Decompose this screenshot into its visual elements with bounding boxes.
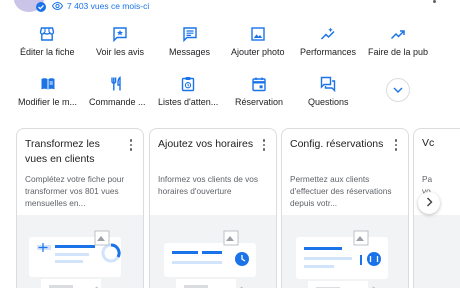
questions-button[interactable]: Questions — [308, 76, 349, 116]
suggestion-card-bookings[interactable]: Config. réservations Permettez aux clien… — [281, 128, 409, 288]
photo-icon — [250, 26, 266, 42]
booking-label: Réservation — [235, 97, 284, 107]
eye-icon — [52, 2, 63, 10]
card-title: Config. réservations — [290, 138, 384, 150]
add-photo-button[interactable]: Ajouter photo — [231, 26, 285, 66]
card-illustration — [282, 215, 408, 288]
card-description: Permettez aux clients d'effectuer des ré… — [290, 174, 392, 208]
quick-actions-row-1: Éditer la fiche Voir les avis Messages A… — [0, 26, 460, 66]
question-answer-icon — [320, 76, 336, 92]
add-photo-label: Ajouter photo — [231, 47, 285, 57]
next-cards-button[interactable] — [418, 192, 440, 214]
message-icon — [182, 26, 198, 42]
trending-up-icon — [390, 26, 406, 42]
messages-label: Messages — [169, 47, 211, 57]
verified-badge-icon — [36, 2, 46, 12]
monthly-views: 7 403 vues ce mois-ci — [52, 1, 149, 11]
read-reviews-label: Voir les avis — [96, 47, 145, 57]
card-illustration — [150, 215, 276, 288]
order-label: Commande ... — [89, 97, 146, 107]
messages-button[interactable]: Messages — [169, 26, 210, 66]
restaurant-icon — [109, 76, 125, 92]
star-review-icon — [112, 26, 128, 42]
card-illustration — [17, 215, 143, 288]
edit-profile-button[interactable]: Éditer la fiche — [20, 26, 75, 66]
card-description: Complétez votre fiche pour transformer v… — [25, 174, 125, 208]
waitlist-label: Listes d'atten... — [158, 97, 219, 107]
more-vert-icon[interactable] — [394, 139, 398, 151]
profile-header: 7 403 vues ce mois-ci — [0, 0, 460, 14]
booking-button[interactable]: Réservation — [235, 76, 283, 116]
suggestion-card-convert-views[interactable]: Transformez les vues en clients Compléte… — [16, 128, 144, 288]
card-title: Ajoutez vos horaires — [158, 138, 254, 150]
chevron-right-icon — [426, 194, 433, 212]
edit-menu-label: Modifier le m... — [18, 97, 78, 107]
card-title: Vc — [422, 137, 435, 149]
more-vert-icon[interactable] — [129, 139, 133, 151]
read-reviews-button[interactable]: Voir les avis — [96, 26, 144, 66]
card-illustration — [414, 215, 460, 288]
edit-profile-label: Éditer la fiche — [20, 47, 75, 57]
performance-label: Performances — [300, 47, 357, 57]
performance-button[interactable]: Performances — [300, 26, 356, 66]
card-description: Informez vos clients de vos horaires d'o… — [158, 174, 259, 196]
waitlist-clipboard-icon — [180, 76, 196, 92]
quick-actions-row-2: Modifier le m... Commande ... Listes d'a… — [0, 76, 460, 116]
overflow-menu-icon[interactable] — [433, 0, 436, 3]
views-text: 7 403 vues ce mois-ci — [67, 1, 150, 11]
questions-label: Questions — [308, 97, 349, 107]
advertise-button[interactable]: Faire de la pub — [368, 26, 428, 66]
more-vert-icon[interactable] — [262, 139, 266, 151]
chevron-down-icon — [386, 78, 410, 102]
order-button[interactable]: Commande ... — [89, 76, 146, 116]
advertise-label: Faire de la pub — [368, 47, 429, 57]
edit-menu-button[interactable]: Modifier le m... — [18, 76, 77, 116]
suggestion-cards: Transformez les vues en clients Compléte… — [0, 128, 460, 288]
suggestion-card-add-hours[interactable]: Ajoutez vos horaires Informez vos client… — [149, 128, 277, 288]
calendar-icon — [251, 76, 267, 92]
waitlist-button[interactable]: Listes d'atten... — [158, 76, 218, 116]
menu-book-icon — [40, 76, 56, 92]
trending-sparkle-icon — [320, 26, 336, 42]
card-title: Transformez les vues en clients — [25, 138, 100, 165]
storefront-icon — [39, 26, 55, 42]
more-actions-button[interactable] — [386, 78, 410, 118]
